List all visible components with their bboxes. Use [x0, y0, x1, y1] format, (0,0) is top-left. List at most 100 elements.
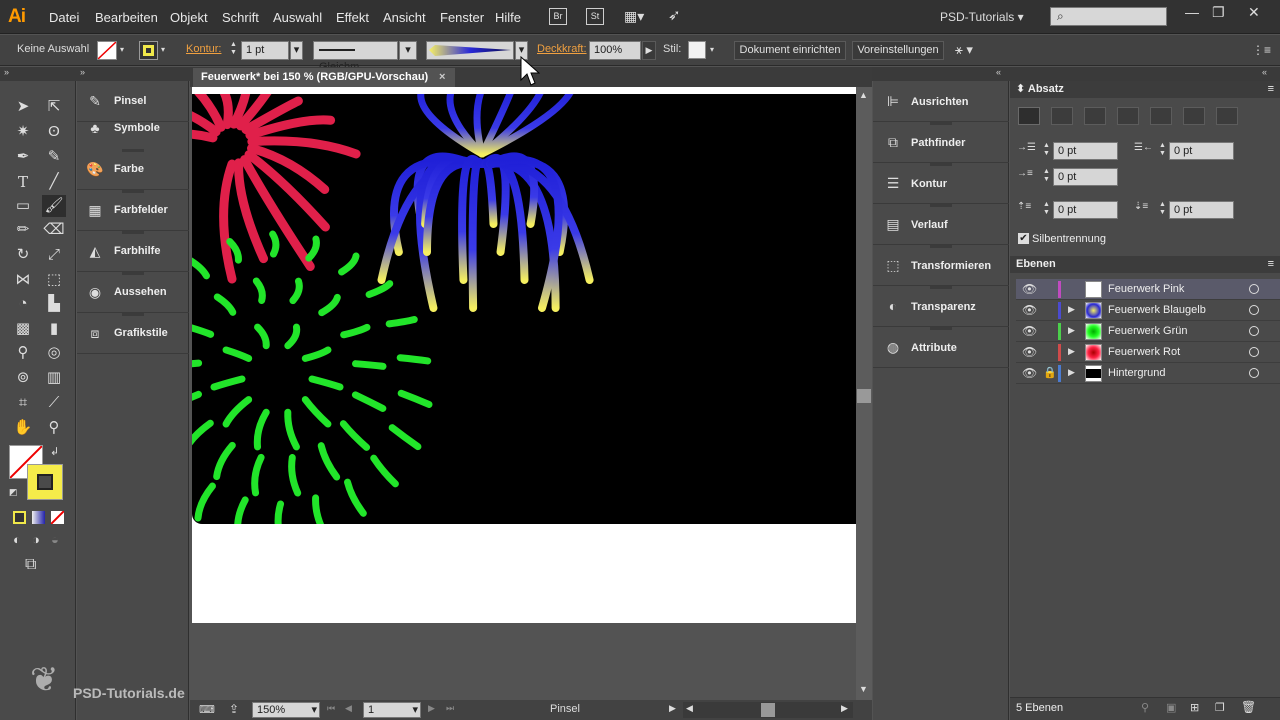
- stock-button[interactable]: St: [586, 8, 604, 25]
- type-tool-icon[interactable]: T: [11, 171, 35, 193]
- indent-left-input[interactable]: 0 pt: [1053, 142, 1118, 160]
- document-tab[interactable]: Feuerwerk* bei 150 % (RGB/GPU-Vorschau) …: [193, 68, 455, 87]
- expand-layer-icon[interactable]: ▶: [1068, 367, 1075, 378]
- panel-menu-icon[interactable]: ⋮≡: [1252, 43, 1271, 57]
- last-artboard-icon[interactable]: ⏭: [446, 703, 454, 714]
- space-before-stepper[interactable]: ▲ ▼: [1041, 201, 1052, 219]
- align-center-button[interactable]: [1051, 107, 1073, 125]
- layer-target-icon[interactable]: [1249, 305, 1259, 315]
- kontur-label[interactable]: Kontur:: [186, 43, 221, 55]
- shape-builder-tool-icon[interactable]: ◔: [11, 293, 35, 315]
- hand-tool-icon[interactable]: ✋: [11, 417, 35, 439]
- swap-colors-icon[interactable]: ↲: [50, 445, 59, 458]
- justify-left-button[interactable]: [1117, 107, 1139, 125]
- perspective-grid-tool-icon[interactable]: ▙: [42, 293, 66, 315]
- visibility-eye-icon[interactable]: 👁: [1022, 345, 1037, 359]
- screen-mode-icon[interactable]: ⧉: [25, 556, 36, 574]
- panel-grip[interactable]: [122, 231, 144, 234]
- justify-center-button[interactable]: [1150, 107, 1172, 125]
- visibility-eye-icon[interactable]: 👁: [1022, 282, 1037, 296]
- scale-tool-icon[interactable]: ⤢: [42, 244, 66, 266]
- layer-name[interactable]: Feuerwerk Pink: [1108, 283, 1184, 295]
- column-graph-tool-icon[interactable]: ▥: [42, 367, 66, 389]
- stroke-style-arrow[interactable]: ▾: [399, 41, 417, 60]
- layer-row[interactable]: 👁 ▶ Feuerwerk Blaugelb: [1016, 300, 1280, 321]
- layer-name[interactable]: Hintergrund: [1108, 367, 1165, 379]
- h-scroll-thumb[interactable]: [761, 703, 775, 717]
- panel-tab-aussehen[interactable]: ◉ Aussehen: [77, 272, 189, 313]
- visibility-eye-icon[interactable]: 👁: [1022, 366, 1037, 380]
- space-before-input[interactable]: 0 pt: [1053, 201, 1118, 219]
- visibility-eye-icon[interactable]: 👁: [1022, 324, 1037, 338]
- panel-grip[interactable]: [122, 190, 144, 193]
- layer-row[interactable]: 👁 ▶ Feuerwerk Grün: [1016, 321, 1280, 342]
- artboard-tool-icon[interactable]: ⌗: [11, 392, 35, 414]
- color-mode-icon[interactable]: [13, 511, 26, 524]
- first-line-indent-input[interactable]: 0 pt: [1053, 168, 1118, 186]
- menu-objekt[interactable]: Objekt: [170, 10, 208, 25]
- none-mode-icon[interactable]: [50, 510, 65, 525]
- lasso-tool-icon[interactable]: ʘ: [42, 121, 66, 143]
- stroke-style-dropdown[interactable]: Gleichm.: [313, 41, 398, 73]
- status-menu-icon[interactable]: ▶: [669, 703, 676, 714]
- align-left-button[interactable]: [1018, 107, 1040, 125]
- mesh-tool-icon[interactable]: ▩: [11, 318, 35, 340]
- fill-swatch[interactable]: [97, 41, 117, 60]
- layer-name[interactable]: Feuerwerk Rot: [1108, 346, 1180, 358]
- curvature-tool-icon[interactable]: ✎: [42, 146, 66, 168]
- space-after-input[interactable]: 0 pt: [1169, 201, 1234, 219]
- arrange-documents-icon[interactable]: ▦▾: [624, 8, 652, 24]
- panel-grip[interactable]: [930, 286, 952, 289]
- space-after-stepper[interactable]: ▲ ▼: [1157, 201, 1168, 219]
- panel-grip[interactable]: [122, 149, 144, 152]
- new-sublayer-icon[interactable]: ⊞: [1190, 701, 1199, 714]
- pen-tool-icon[interactable]: ✒: [11, 146, 35, 168]
- draw-behind-icon[interactable]: ◑: [32, 532, 40, 547]
- menu-datei[interactable]: Datei: [49, 10, 79, 25]
- collapse-mid-icon[interactable]: «: [996, 67, 1001, 77]
- free-transform-tool-icon[interactable]: ⬚: [42, 269, 66, 291]
- layer-target-icon[interactable]: [1249, 347, 1259, 357]
- stroke-weight-stepper[interactable]: ▲ ▼: [228, 41, 239, 59]
- menu-effekt[interactable]: Effekt: [336, 10, 369, 25]
- paintbrush-tool-icon[interactable]: 🖌: [42, 195, 66, 217]
- scroll-up-icon[interactable]: ▲: [859, 90, 868, 100]
- minimize-icon[interactable]: —: [1185, 4, 1199, 20]
- scroll-thumb[interactable]: [857, 389, 871, 403]
- collapse-toggle-icon[interactable]: ⬍: [1016, 83, 1025, 95]
- panel-tab-farbhilfe[interactable]: ◭ Farbhilfe: [77, 231, 189, 272]
- locate-object-icon[interactable]: ⚲: [1141, 701, 1149, 714]
- zoom-dropdown[interactable]: 150% ▾: [252, 702, 320, 718]
- hyphenation-checkbox[interactable]: ✔: [1018, 233, 1029, 244]
- collapse-toolbox-icon[interactable]: »: [4, 67, 9, 77]
- eyedropper-tool-icon[interactable]: ⚲: [11, 342, 35, 364]
- layer-name[interactable]: Feuerwerk Grün: [1108, 325, 1187, 337]
- help-search-input[interactable]: ⌕: [1050, 7, 1167, 26]
- panel-tab-transparenz[interactable]: ◐ Transparenz: [873, 286, 1009, 327]
- panel-grip[interactable]: [930, 122, 952, 125]
- default-colors-icon[interactable]: ◩: [9, 487, 18, 498]
- draw-inside-icon[interactable]: ◒: [51, 532, 59, 547]
- layer-row[interactable]: 👁 🔒 ▶ Hintergrund: [1016, 363, 1280, 384]
- close-icon[interactable]: ✕: [1248, 4, 1260, 21]
- paragraph-panel-header[interactable]: ⬍ Absatz ≡: [1010, 81, 1280, 98]
- blend-tool-icon[interactable]: ◎: [42, 342, 66, 364]
- panel-tab-farbfelder[interactable]: ▦ Farbfelder: [77, 190, 189, 231]
- document-setup-button[interactable]: Dokument einrichten: [734, 41, 846, 60]
- fill-dropdown-icon[interactable]: ▾: [120, 45, 124, 54]
- visibility-eye-icon[interactable]: 👁: [1022, 303, 1037, 317]
- layer-target-icon[interactable]: [1249, 284, 1259, 294]
- stroke-dropdown-icon[interactable]: ▾: [161, 45, 165, 54]
- panel-grip[interactable]: [930, 327, 952, 330]
- scroll-right-icon[interactable]: ▶: [841, 703, 848, 714]
- panel-grip[interactable]: [122, 313, 144, 316]
- panel-tab-verlauf[interactable]: ▤ Verlauf: [873, 204, 1009, 245]
- scroll-left-icon[interactable]: ◀: [686, 703, 693, 714]
- prev-artboard-icon[interactable]: ◀: [345, 703, 352, 714]
- menu-auswahl[interactable]: Auswahl: [273, 10, 322, 25]
- draw-normal-icon[interactable]: ◐: [13, 532, 21, 547]
- bridge-button[interactable]: Br: [549, 8, 567, 25]
- style-dropdown-icon[interactable]: ▾: [710, 45, 714, 54]
- indent-left-stepper[interactable]: ▲ ▼: [1041, 142, 1052, 160]
- menu-fenster[interactable]: Fenster: [440, 10, 484, 25]
